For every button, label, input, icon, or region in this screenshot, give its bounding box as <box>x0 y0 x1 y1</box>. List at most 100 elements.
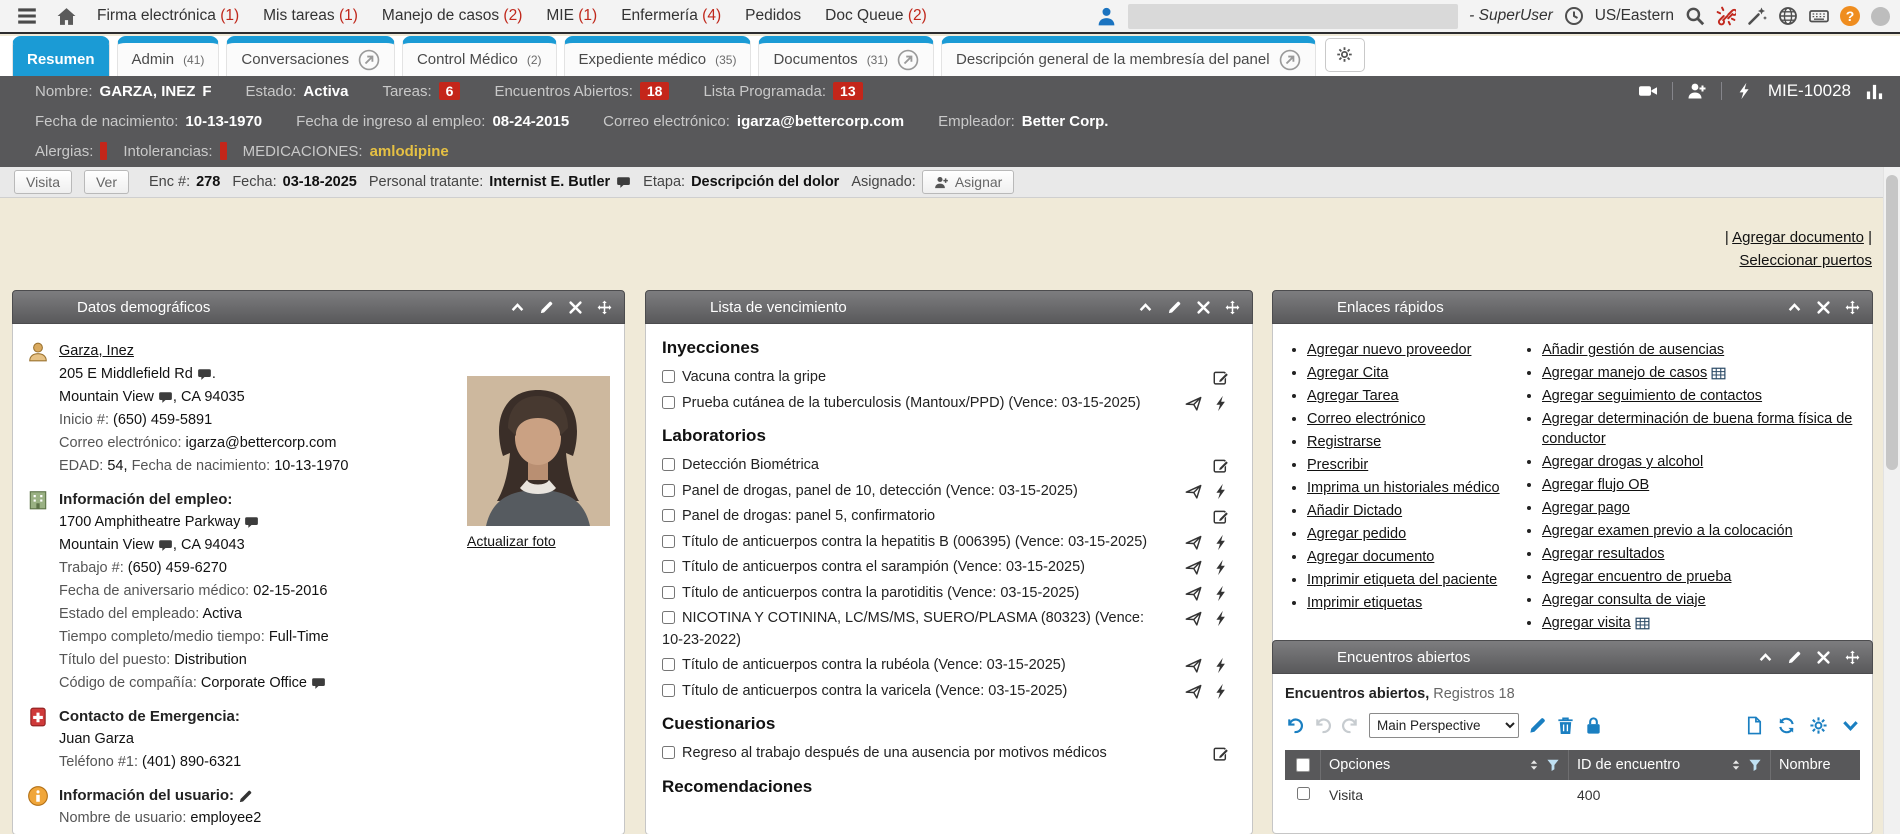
home-icon[interactable] <box>56 6 77 27</box>
sort-icon[interactable] <box>1729 758 1743 772</box>
speech-bubble-icon[interactable] <box>311 676 326 691</box>
menu-item-manejo-casos[interactable]: Manejo de casos (2) <box>382 7 522 25</box>
due-item-checkbox[interactable] <box>662 684 675 697</box>
patient-name-link[interactable]: Garza, Inez <box>59 343 134 359</box>
tab-control-medico[interactable]: Control Médico(2) <box>402 36 557 76</box>
bolt-icon[interactable] <box>1213 610 1230 627</box>
edit-note-icon[interactable] <box>1213 745 1230 762</box>
link-gestion-ausencias[interactable]: Añadir gestión de ausencias <box>1542 342 1724 358</box>
menu-item-doc-queue[interactable]: Doc Queue (2) <box>825 7 927 25</box>
move-icon[interactable] <box>1845 650 1860 665</box>
bolt-icon[interactable] <box>1213 585 1230 602</box>
perspective-select[interactable]: Main Perspective <box>1369 713 1519 738</box>
bolt-icon[interactable] <box>1213 395 1230 412</box>
link-agregar-pago[interactable]: Agregar pago <box>1542 500 1630 516</box>
refresh-icon[interactable] <box>1777 716 1796 735</box>
link-imprimir-historial[interactable]: Imprima un historiales médico <box>1307 480 1500 496</box>
panel-header[interactable]: Encuentros abiertos <box>1272 640 1873 674</box>
user-icon[interactable] <box>1096 6 1117 27</box>
link-manejo-casos[interactable]: Agregar manejo de casos <box>1542 365 1707 381</box>
list-icon[interactable] <box>1635 616 1650 631</box>
link-examen-previo[interactable]: Agregar examen previo a la colocación <box>1542 523 1793 539</box>
link-drogas-alcohol[interactable]: Agregar drogas y alcohol <box>1542 454 1703 470</box>
scrollbar-thumb[interactable] <box>1886 175 1898 470</box>
link-correo[interactable]: Correo electrónico <box>1307 411 1425 427</box>
move-icon[interactable] <box>1845 300 1860 315</box>
select-ports-link[interactable]: Seleccionar puertos <box>1739 252 1872 269</box>
table-row[interactable]: Visita 400 <box>1285 780 1860 803</box>
tab-settings-button[interactable] <box>1325 38 1365 72</box>
edit-icon[interactable] <box>1787 650 1802 665</box>
move-icon[interactable] <box>1225 300 1240 315</box>
bolt-icon[interactable] <box>1213 534 1230 551</box>
send-icon[interactable] <box>1185 610 1202 627</box>
bolt-icon[interactable] <box>1736 82 1754 100</box>
link-agregar-resultados[interactable]: Agregar resultados <box>1542 546 1665 562</box>
keyboard-icon[interactable] <box>1809 6 1829 26</box>
send-icon[interactable] <box>1185 559 1202 576</box>
speech-bubble-icon[interactable] <box>197 367 212 382</box>
due-item-checkbox[interactable] <box>662 611 675 624</box>
panel-header[interactable]: Datos demográficos <box>12 290 625 324</box>
link-imprimir-etiqueta-paciente[interactable]: Imprimir etiqueta del paciente <box>1307 572 1497 588</box>
add-document-link[interactable]: Agregar documento <box>1732 229 1864 246</box>
send-icon[interactable] <box>1185 585 1202 602</box>
menu-item-enfermeria[interactable]: Enfermería (4) <box>621 7 721 25</box>
lock-icon[interactable] <box>1584 716 1603 735</box>
send-icon[interactable] <box>1185 657 1202 674</box>
wand-icon[interactable] <box>1747 6 1767 26</box>
link-agregar-visita[interactable]: Agregar visita <box>1542 615 1631 631</box>
scheduled-list-badge[interactable]: 13 <box>833 82 863 100</box>
edit-icon[interactable] <box>238 789 253 804</box>
bolt-icon[interactable] <box>1213 559 1230 576</box>
edit-note-icon[interactable] <box>1213 508 1230 525</box>
edit-perspective-icon[interactable] <box>1528 716 1547 735</box>
link-agregar-pedido[interactable]: Agregar pedido <box>1307 526 1406 542</box>
link-determinacion-conductor[interactable]: Agregar determinación de buena forma fís… <box>1542 411 1852 447</box>
due-item-checkbox[interactable] <box>662 746 675 759</box>
tasks-badge[interactable]: 6 <box>439 82 461 100</box>
close-icon[interactable] <box>568 300 583 315</box>
speech-bubble-icon[interactable] <box>244 515 259 530</box>
medications-value[interactable]: amlodipine <box>370 143 449 160</box>
tab-resumen[interactable]: Resumen <box>12 36 110 76</box>
due-item-checkbox[interactable] <box>662 535 675 548</box>
link-seguimiento-contactos[interactable]: Agregar seguimiento de contactos <box>1542 388 1762 404</box>
due-item-checkbox[interactable] <box>662 560 675 573</box>
external-link-icon[interactable] <box>1279 49 1301 71</box>
edit-icon[interactable] <box>539 300 554 315</box>
link-flujo-ob[interactable]: Agregar flujo OB <box>1542 477 1649 493</box>
vertical-scrollbar[interactable] <box>1883 167 1900 834</box>
clock-icon[interactable] <box>1564 6 1584 26</box>
list-icon[interactable] <box>1711 366 1726 381</box>
sort-icon[interactable] <box>1527 758 1541 772</box>
due-item-checkbox[interactable] <box>662 370 675 383</box>
link-encuentro-prueba[interactable]: Agregar encuentro de prueba <box>1542 569 1731 585</box>
speech-bubble-icon[interactable] <box>158 538 173 553</box>
close-icon[interactable] <box>1816 300 1831 315</box>
tab-expediente-medico[interactable]: Expediente médico(35) <box>564 36 752 76</box>
link-agregar-documento[interactable]: Agregar documento <box>1307 549 1434 565</box>
menu-item-mis-tareas[interactable]: Mis tareas (1) <box>263 7 358 25</box>
intolerances-flag[interactable] <box>220 142 227 160</box>
tab-documentos[interactable]: Documentos(31) <box>758 36 934 76</box>
move-icon[interactable] <box>597 300 612 315</box>
external-link-icon[interactable] <box>897 49 919 71</box>
menu-item-mie[interactable]: MIE (1) <box>546 7 597 25</box>
tab-membresia-panel[interactable]: Descripción general de la membresía del … <box>941 36 1316 76</box>
tab-conversaciones[interactable]: Conversaciones <box>226 36 395 76</box>
allergies-flag[interactable] <box>100 142 107 160</box>
select-all-checkbox[interactable] <box>1296 758 1310 772</box>
panel-header[interactable]: Enlaces rápidos <box>1272 290 1873 324</box>
send-icon[interactable] <box>1185 683 1202 700</box>
send-icon[interactable] <box>1185 534 1202 551</box>
collapse-icon[interactable] <box>1758 650 1773 665</box>
due-item-checkbox[interactable] <box>662 658 675 671</box>
tab-admin[interactable]: Admin(41) <box>117 36 220 76</box>
video-camera-icon[interactable] <box>1638 81 1658 101</box>
due-item-checkbox[interactable] <box>662 458 675 471</box>
collapse-icon[interactable] <box>1787 300 1802 315</box>
link-agregar-cita[interactable]: Agregar Cita <box>1307 365 1388 381</box>
link-consulta-viaje[interactable]: Agregar consulta de viaje <box>1542 592 1706 608</box>
send-icon[interactable] <box>1185 395 1202 412</box>
